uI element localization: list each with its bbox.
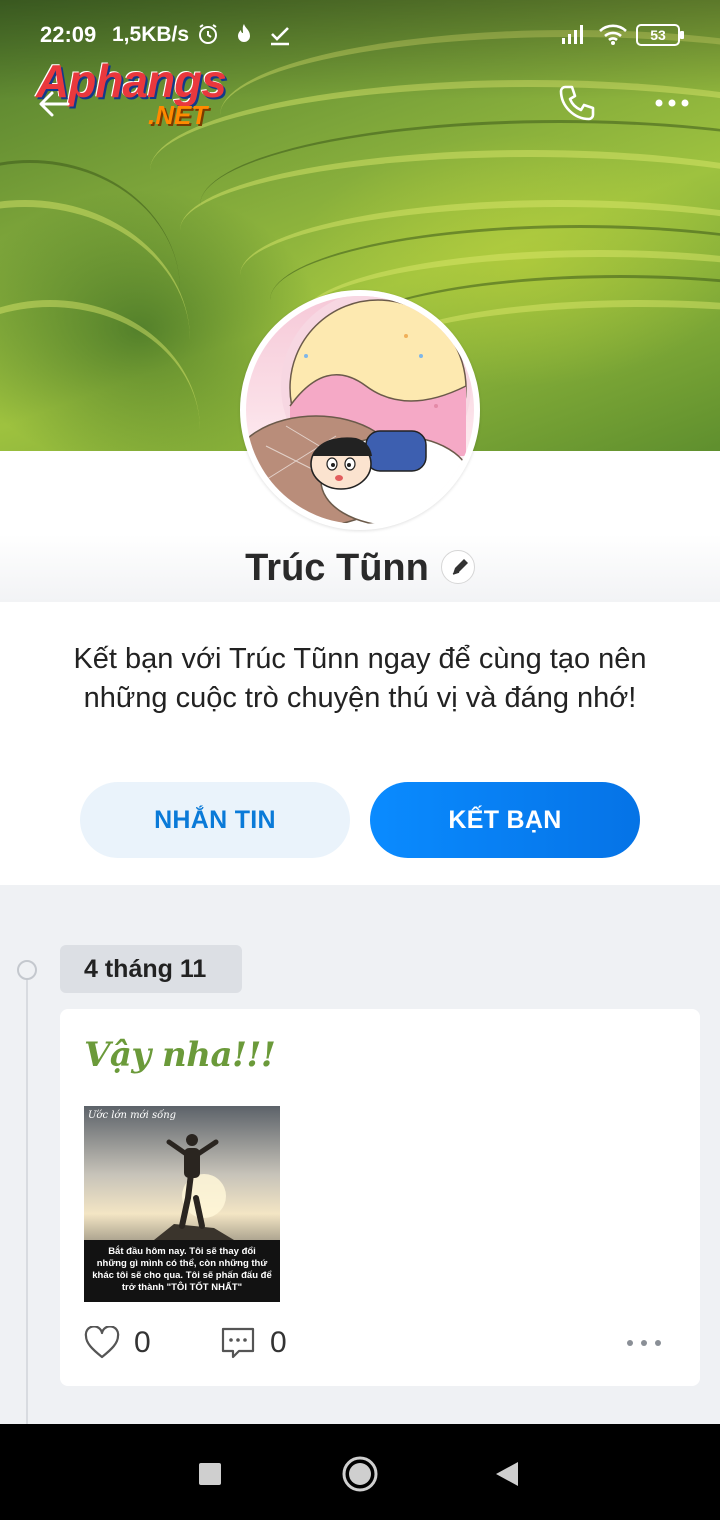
battery-icon: 53 xyxy=(636,24,684,46)
comment-button[interactable]: 0 xyxy=(220,1323,287,1363)
status-time: 22:09 xyxy=(40,22,97,47)
system-nav-bar xyxy=(0,1424,720,1520)
avatar[interactable] xyxy=(240,290,480,530)
post-image[interactable]: Ước lớn mới sống Bắt đầu hôm nay. Tôi sẽ… xyxy=(84,1106,280,1302)
avatar-illustration xyxy=(246,296,472,524)
add-friend-button[interactable]: KẾT BẠN xyxy=(370,782,640,858)
wifi-icon xyxy=(599,24,627,45)
timeline-dot xyxy=(17,960,37,980)
invite-message: Kết bạn với Trúc Tũnn ngay để cùng tạo n… xyxy=(73,643,647,714)
comment-count: 0 xyxy=(270,1326,287,1359)
edit-pencil-icon[interactable] xyxy=(440,549,475,584)
profile-name-row: Trúc Tũnn xyxy=(0,546,720,590)
status-network-speed: 1,5KB/s xyxy=(112,23,190,46)
post-title: Vậy nha!!! xyxy=(84,1035,276,1075)
message-button[interactable]: NHẮN TIN xyxy=(80,782,350,858)
home-icon[interactable] xyxy=(340,1454,380,1494)
comment-icon xyxy=(221,1327,255,1359)
heart-icon xyxy=(84,1326,120,1359)
friend-invite-card: Kết bạn với Trúc Tũnn ngay để cùng tạo n… xyxy=(0,602,720,885)
timeline-line xyxy=(26,978,28,1424)
phone-icon[interactable] xyxy=(556,82,598,124)
like-count: 0 xyxy=(134,1326,151,1359)
logo-sub-text: .NET xyxy=(148,100,208,130)
timeline-date: 4 tháng 11 xyxy=(60,945,242,993)
profile-name: Trúc Tũnn xyxy=(245,547,429,590)
post-more-icon[interactable] xyxy=(624,1335,664,1351)
back-nav-icon[interactable] xyxy=(488,1454,528,1494)
flame-icon xyxy=(238,24,250,42)
check-download-icon xyxy=(271,27,289,46)
post-image-watermark: Ước lớn mới sống xyxy=(88,1110,177,1121)
post-image-caption: Bắt đầu hôm nay. Tôi sẽ thay đổi những g… xyxy=(84,1240,280,1302)
recent-apps-icon[interactable] xyxy=(190,1454,230,1494)
alarm-icon xyxy=(199,24,217,44)
timeline-post[interactable]: Vậy nha!!! Ước lớn mới sống Bắt đầu hôm … xyxy=(60,1009,700,1386)
like-button[interactable]: 0 xyxy=(84,1323,151,1363)
back-arrow-icon[interactable] xyxy=(34,84,74,124)
more-dots-icon[interactable] xyxy=(652,90,692,116)
signal-icon xyxy=(562,25,583,44)
